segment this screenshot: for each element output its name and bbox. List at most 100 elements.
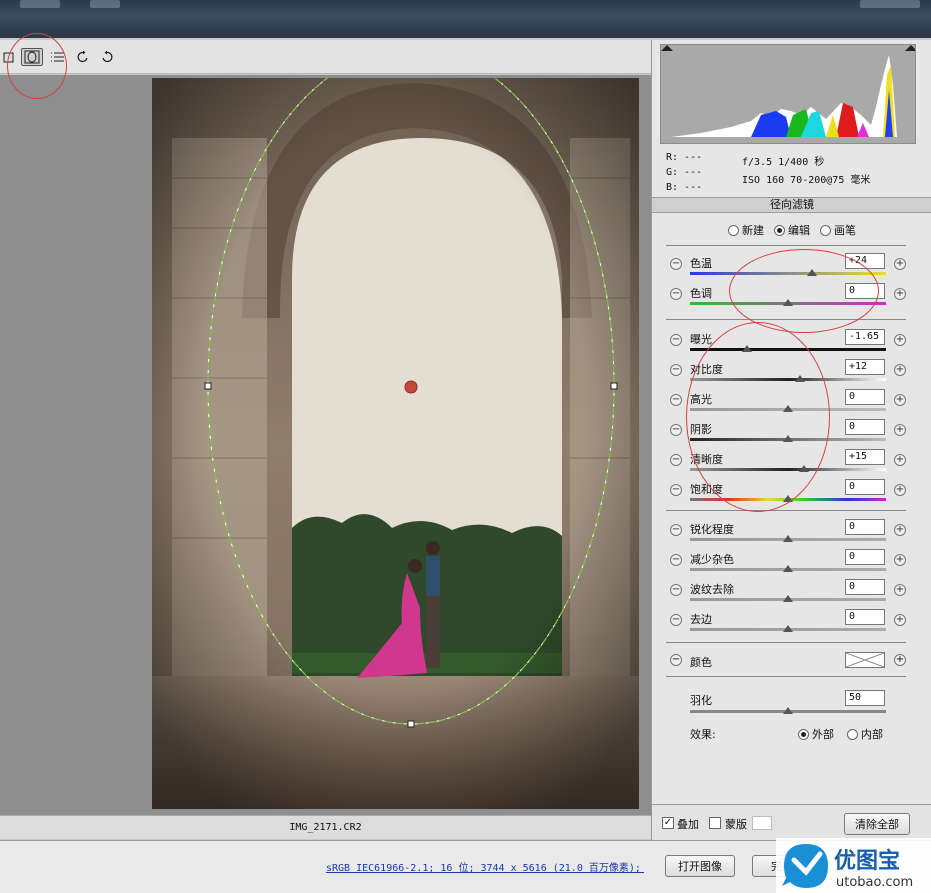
increase-icon[interactable]: + — [894, 614, 906, 626]
overlay-label: 叠加 — [677, 818, 699, 831]
increase-icon[interactable]: + — [894, 584, 906, 596]
slider-thumb[interactable] — [806, 269, 817, 276]
slider-row: − 高光 0 + — [652, 387, 931, 417]
slider-row: − 波纹去除 0 + — [652, 577, 931, 607]
color-minus-icon[interactable]: − — [670, 654, 682, 666]
effect-row: 效果: 外部 内部 — [690, 726, 910, 742]
mode-brush-label: 画笔 — [834, 224, 856, 237]
slider-row: − 阴影 0 + — [652, 417, 931, 447]
slider-label: 色温 — [690, 257, 712, 270]
effect-inside-label: 内部 — [861, 728, 883, 741]
list-icon[interactable] — [48, 48, 66, 66]
r-readout: R: --- — [666, 152, 703, 163]
rotate-right-icon[interactable] — [98, 48, 116, 66]
slider-thumb[interactable] — [741, 345, 752, 352]
crop-icon[interactable] — [0, 48, 18, 66]
slider-value-input[interactable]: 0 — [845, 389, 885, 405]
decrease-icon[interactable]: − — [670, 424, 682, 436]
decrease-icon[interactable]: − — [670, 524, 682, 536]
slider-row: − 减少杂色 0 + — [652, 547, 931, 577]
increase-icon[interactable]: + — [894, 258, 906, 270]
decrease-icon[interactable]: − — [670, 484, 682, 496]
watermark-brand: 优图宝 — [834, 848, 900, 874]
slider-thumb[interactable] — [783, 405, 793, 412]
workflow-options-link[interactable]: sRGB IEC61966-2.1; 16 位; 3744 x 5616 (21… — [326, 859, 644, 874]
slider-value-input[interactable]: 0 — [845, 283, 885, 299]
feather-thumb[interactable] — [783, 707, 793, 714]
clear-all-button[interactable]: 清除全部 — [844, 813, 910, 835]
increase-icon[interactable]: + — [894, 334, 906, 346]
decrease-icon[interactable]: − — [670, 334, 682, 346]
tool-bar — [0, 40, 651, 74]
slider-value-input[interactable]: 0 — [845, 479, 885, 495]
mask-checkbox[interactable] — [709, 817, 721, 829]
increase-icon[interactable]: + — [894, 484, 906, 496]
slider-label: 锐化程度 — [690, 523, 734, 536]
decrease-icon[interactable]: − — [670, 584, 682, 596]
radial-filter-icon[interactable] — [21, 48, 43, 66]
mode-new-radio[interactable]: 新建 — [728, 221, 764, 239]
slider-row: − 色温 +24 + — [652, 251, 931, 281]
open-image-button[interactable]: 打开图像 — [665, 855, 735, 877]
slider-thumb[interactable] — [783, 495, 793, 502]
increase-icon[interactable]: + — [894, 288, 906, 300]
decrease-icon[interactable]: − — [670, 364, 682, 376]
increase-icon[interactable]: + — [894, 454, 906, 466]
rotate-left-icon[interactable] — [74, 48, 92, 66]
slider-thumb[interactable] — [798, 465, 809, 472]
slider-value-input[interactable]: 0 — [845, 579, 885, 595]
slider-track[interactable] — [690, 468, 886, 471]
divider — [666, 642, 906, 643]
increase-icon[interactable]: + — [894, 424, 906, 436]
feather-label: 羽化 — [690, 694, 712, 707]
slider-thumb[interactable] — [783, 565, 793, 572]
slider-value-input[interactable]: +24 — [845, 253, 885, 269]
slider-thumb[interactable] — [794, 375, 805, 382]
effect-inside-radio[interactable]: 内部 — [847, 726, 883, 742]
feather-value-input[interactable]: 50 — [845, 690, 885, 706]
watermark-url: utobao.com — [836, 875, 913, 890]
mode-edit-radio[interactable]: 编辑 — [774, 221, 810, 239]
radio-dot — [728, 224, 739, 236]
overlay-checkbox[interactable]: ✓ — [662, 817, 674, 829]
slider-value-input[interactable]: 0 — [845, 519, 885, 535]
color-plus-icon[interactable]: + — [894, 654, 906, 666]
decrease-icon[interactable]: − — [670, 258, 682, 270]
increase-icon[interactable]: + — [894, 524, 906, 536]
mask-color-swatch[interactable] — [752, 816, 772, 830]
decrease-icon[interactable]: − — [670, 394, 682, 406]
mask-label: 蒙版 — [725, 818, 747, 831]
increase-icon[interactable]: + — [894, 394, 906, 406]
slider-thumb[interactable] — [783, 625, 793, 632]
effect-outside-label: 外部 — [812, 728, 834, 741]
increase-icon[interactable]: + — [894, 554, 906, 566]
mode-brush-radio[interactable]: 画笔 — [820, 221, 856, 239]
aperture-shutter: f/3.5 1/400 秒 — [742, 157, 825, 168]
photo-preview[interactable] — [152, 78, 639, 809]
decrease-icon[interactable]: − — [670, 454, 682, 466]
slider-track[interactable] — [690, 272, 886, 275]
slider-value-input[interactable]: 0 — [845, 609, 885, 625]
decrease-icon[interactable]: − — [670, 288, 682, 300]
slider-thumb[interactable] — [783, 595, 793, 602]
feather-row: 羽化 50 — [652, 686, 931, 716]
effect-outside-radio[interactable]: 外部 — [798, 726, 834, 742]
decrease-icon[interactable]: − — [670, 614, 682, 626]
slider-thumb[interactable] — [783, 435, 793, 442]
slider-track[interactable] — [690, 348, 886, 351]
slider-value-input[interactable]: 0 — [845, 419, 885, 435]
slider-thumb[interactable] — [783, 535, 793, 542]
iso-lens: ISO 160 70-200@75 毫米 — [742, 175, 871, 186]
slider-value-input[interactable]: +15 — [845, 449, 885, 465]
slider-value-input[interactable]: -1.65 — [845, 329, 885, 345]
slider-label: 波纹去除 — [690, 583, 734, 596]
slider-thumb[interactable] — [783, 299, 793, 306]
slider-value-input[interactable]: +12 — [845, 359, 885, 375]
slider-value-input[interactable]: 0 — [845, 549, 885, 565]
decrease-icon[interactable]: − — [670, 554, 682, 566]
divider — [666, 676, 906, 677]
window-title-bar — [0, 0, 931, 38]
color-swatch[interactable] — [845, 652, 885, 668]
slider-track[interactable] — [690, 378, 886, 381]
increase-icon[interactable]: + — [894, 364, 906, 376]
